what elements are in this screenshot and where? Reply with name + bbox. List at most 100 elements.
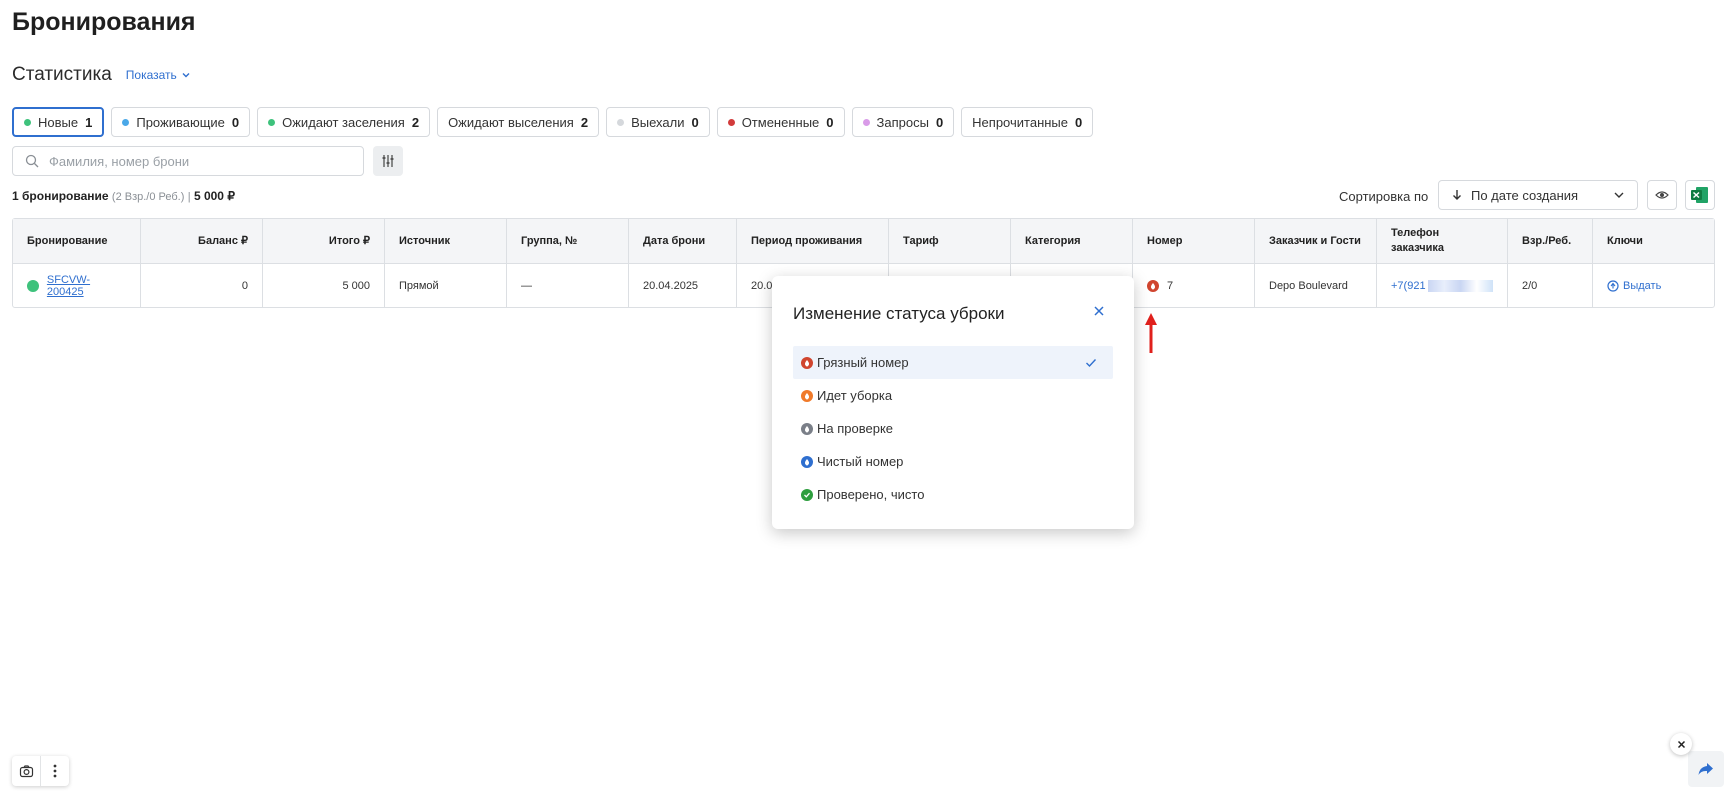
- tab-cancelled[interactable]: Отмененные 0: [716, 107, 845, 137]
- column-header[interactable]: Группа, №: [507, 219, 629, 263]
- status-dot: [268, 118, 276, 126]
- column-header[interactable]: Дата брони: [629, 219, 737, 263]
- column-header[interactable]: Бронирование: [13, 219, 141, 263]
- export-excel-button[interactable]: [1685, 180, 1715, 210]
- bottom-toolbar: [12, 756, 69, 786]
- show-statistics-link[interactable]: Показать: [126, 68, 191, 82]
- more-vertical-icon: [53, 764, 57, 778]
- booking-cell: SFCVW-200425: [13, 264, 141, 307]
- search-input[interactable]: [47, 152, 351, 170]
- statistics-row: Статистика Показать: [12, 64, 191, 86]
- arrow-down-icon: [1453, 190, 1461, 200]
- tab-awaiting-checkin[interactable]: Ожидают заселения 2: [257, 107, 431, 137]
- search-box: [12, 146, 364, 176]
- total-cell: 5 000: [263, 264, 385, 307]
- status-option-label: Грязный номер: [817, 355, 909, 370]
- keys-cell: Выдать: [1593, 264, 1714, 307]
- close-icon[interactable]: [1092, 304, 1106, 318]
- customer-cell: Depo Boulevard: [1255, 264, 1377, 307]
- excel-icon: [1691, 187, 1708, 203]
- status-option-clean[interactable]: Чистый номер: [793, 445, 1113, 478]
- tab-living[interactable]: Проживающие 0: [111, 107, 251, 137]
- column-header[interactable]: Номер: [1133, 219, 1255, 263]
- issue-key-label: Выдать: [1623, 279, 1662, 292]
- column-header[interactable]: Телефон заказчика: [1377, 219, 1508, 263]
- show-statistics-label: Показать: [125, 68, 177, 82]
- share-arrow-icon: [1698, 763, 1713, 775]
- status-dot: [617, 118, 625, 126]
- redacted-phone: [1427, 279, 1493, 292]
- status-option-dirty[interactable]: Грязный номер: [793, 346, 1113, 379]
- sort-label: Сортировка по: [1339, 189, 1429, 204]
- sliders-icon: [382, 155, 394, 167]
- tab-unread[interactable]: Непрочитанные 0: [961, 107, 1094, 137]
- dirty-room-icon[interactable]: [1147, 279, 1159, 292]
- filter-tabs: Новые 1 Проживающие 0 Ожидают заселения 2 О…: [12, 107, 1094, 137]
- clean-room-icon: [801, 455, 813, 468]
- table-header: Бронирование Баланс ₽ Итого ₽ Источник Г…: [13, 219, 1714, 264]
- camera-icon: [19, 764, 33, 777]
- status-option-label: Проверено, чисто: [817, 487, 925, 502]
- sort-select[interactable]: По дате создания: [1438, 180, 1638, 210]
- info-circle-icon: [1607, 279, 1619, 292]
- annotation-arrow-icon: [1145, 313, 1157, 353]
- column-header[interactable]: Период проживания: [737, 219, 889, 263]
- cleaning-icon: [801, 389, 813, 402]
- column-visibility-button[interactable]: [1647, 180, 1677, 210]
- bookings-total: 5 000 ₽: [193, 189, 235, 203]
- screenshot-button[interactable]: [12, 756, 40, 786]
- column-header[interactable]: Итого ₽: [263, 219, 385, 263]
- bookings-count: 1 бронирование: [12, 189, 109, 203]
- eye-icon: [1655, 191, 1669, 199]
- share-button[interactable]: [1688, 751, 1724, 787]
- tab-awaiting-checkout[interactable]: Ожидают выселения 2: [437, 107, 600, 137]
- status-option-verified-clean[interactable]: Проверено, чисто: [793, 478, 1113, 511]
- column-header[interactable]: Категория: [1011, 219, 1133, 263]
- phone-cell: +7(921: [1377, 264, 1508, 307]
- status-dot: [27, 279, 39, 292]
- column-header[interactable]: Тариф: [889, 219, 1011, 263]
- issue-key-button[interactable]: Выдать: [1607, 280, 1661, 292]
- source-cell: Прямой: [385, 264, 507, 307]
- status-dot: [862, 118, 870, 126]
- status-option-inspection[interactable]: На проверке: [793, 412, 1113, 445]
- more-options-button[interactable]: [40, 756, 69, 786]
- search-icon: [25, 154, 39, 168]
- tab-new[interactable]: Новые 1: [12, 107, 105, 137]
- close-floating-button[interactable]: [1670, 733, 1692, 755]
- room-cell[interactable]: 7: [1133, 264, 1255, 307]
- guests-cell: 2/0: [1508, 264, 1593, 307]
- status-option-label: На проверке: [817, 421, 894, 436]
- chevron-down-icon: [1614, 192, 1624, 198]
- status-option-label: Идет уборка: [817, 388, 893, 403]
- status-option-cleaning[interactable]: Идет уборка: [793, 379, 1113, 412]
- tab-checked-out[interactable]: Выехали 0: [606, 107, 710, 137]
- status-options: Грязный номер Идет уборка На проверке Чи…: [793, 346, 1113, 511]
- tab-requests[interactable]: Запросы 0: [851, 107, 955, 137]
- modal-title: Изменение статуса уброки: [793, 304, 1005, 323]
- group-cell: —: [507, 264, 629, 307]
- booking-date-cell: 20.04.2025: [629, 264, 737, 307]
- column-header[interactable]: Ключи: [1593, 219, 1714, 263]
- close-icon: [1677, 740, 1685, 748]
- page-title: Бронирования: [12, 8, 196, 36]
- dirty-room-icon: [801, 356, 813, 369]
- bookings-summary: 1 бронирование (2 Взр./0 Реб.) | 5 000 ₽: [12, 189, 235, 203]
- inspection-icon: [801, 422, 813, 435]
- column-header[interactable]: Заказчик и Гости: [1255, 219, 1377, 263]
- status-dot: [727, 118, 735, 126]
- chevron-down-icon: [182, 73, 190, 78]
- column-header[interactable]: Баланс ₽: [141, 219, 263, 263]
- column-header[interactable]: Источник: [385, 219, 507, 263]
- status-dot: [24, 118, 31, 126]
- guests-count: (2 Взр./0 Реб.): [111, 191, 185, 203]
- filters-button[interactable]: [373, 146, 403, 176]
- sort-value: По дате создания: [1471, 187, 1579, 203]
- column-header[interactable]: Взр./Реб.: [1508, 219, 1593, 263]
- check-icon: [1086, 358, 1097, 367]
- room-number: 7: [1167, 279, 1174, 292]
- statistics-title: Статистика: [12, 64, 112, 85]
- booking-id-link[interactable]: SFCVW-200425: [47, 274, 126, 298]
- phone-link[interactable]: +7(921: [1391, 280, 1426, 292]
- status-dot: [122, 118, 130, 126]
